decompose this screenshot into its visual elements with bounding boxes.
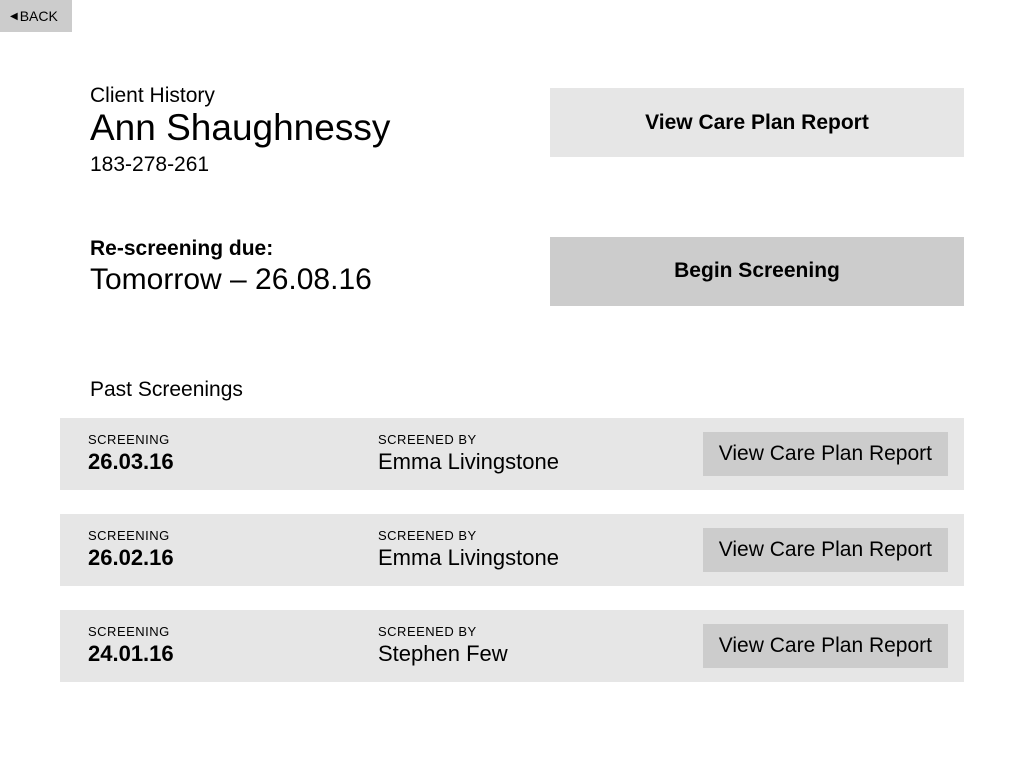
view-report-button[interactable]: View Care Plan Report [703, 432, 948, 476]
screening-date-value: 24.01.16 [88, 641, 378, 667]
view-care-plan-button[interactable]: View Care Plan Report [550, 88, 964, 157]
screened-by-col: SCREENED BY Emma Livingstone [378, 432, 703, 475]
screening-date-col: SCREENING 26.03.16 [88, 432, 378, 475]
screening-date-value: 26.03.16 [88, 449, 378, 475]
screening-row: SCREENING 26.02.16 SCREENED BY Emma Livi… [60, 514, 964, 586]
rescreening-date: Tomorrow – 26.08.16 [90, 263, 372, 297]
screening-date-label: SCREENING [88, 624, 378, 639]
back-arrow-icon: ◀ [10, 11, 18, 22]
client-history-label: Client History [90, 84, 390, 108]
view-report-button[interactable]: View Care Plan Report [703, 528, 948, 572]
begin-screening-button[interactable]: Begin Screening [550, 237, 964, 306]
client-info: Client History Ann Shaughnessy 183-278-2… [90, 84, 390, 177]
screening-date-col: SCREENING 26.02.16 [88, 528, 378, 571]
screened-by-value: Emma Livingstone [378, 545, 703, 571]
client-id: 183-278-261 [90, 153, 390, 177]
screening-date-label: SCREENING [88, 432, 378, 447]
back-label: BACK [20, 8, 58, 24]
view-report-button[interactable]: View Care Plan Report [703, 624, 948, 668]
back-button[interactable]: ◀ BACK [0, 0, 72, 32]
screened-by-value: Stephen Few [378, 641, 703, 667]
top-section: Client History Ann Shaughnessy 183-278-2… [90, 84, 964, 177]
rescreening-section: Re-screening due: Tomorrow – 26.08.16 Be… [90, 237, 964, 306]
rescreening-label: Re-screening due: [90, 237, 372, 261]
screening-row: SCREENING 26.03.16 SCREENED BY Emma Livi… [60, 418, 964, 490]
client-name: Ann Shaughnessy [90, 108, 390, 149]
screened-by-label: SCREENED BY [378, 432, 703, 447]
screened-by-col: SCREENED BY Stephen Few [378, 624, 703, 667]
screened-by-label: SCREENED BY [378, 528, 703, 543]
main-content: Client History Ann Shaughnessy 183-278-2… [0, 32, 1024, 682]
screened-by-value: Emma Livingstone [378, 449, 703, 475]
screening-date-col: SCREENING 24.01.16 [88, 624, 378, 667]
screened-by-col: SCREENED BY Emma Livingstone [378, 528, 703, 571]
rescreening-info: Re-screening due: Tomorrow – 26.08.16 [90, 237, 372, 297]
screening-row: SCREENING 24.01.16 SCREENED BY Stephen F… [60, 610, 964, 682]
screening-date-value: 26.02.16 [88, 545, 378, 571]
past-screenings-label: Past Screenings [90, 378, 964, 402]
screening-date-label: SCREENING [88, 528, 378, 543]
screened-by-label: SCREENED BY [378, 624, 703, 639]
past-screenings-list: SCREENING 26.03.16 SCREENED BY Emma Livi… [60, 418, 964, 682]
